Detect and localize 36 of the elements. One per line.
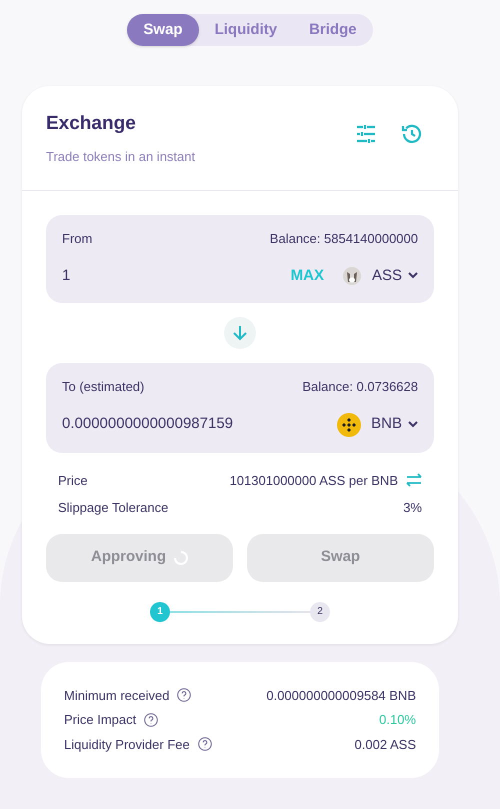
- amount-input[interactable]: 1: [62, 264, 291, 287]
- amount-input[interactable]: 0.0000000000000987159: [62, 413, 338, 436]
- card-title: Exchange: [46, 112, 137, 136]
- from-label: From: [62, 230, 92, 248]
- detail-label: Price Impact: [64, 711, 136, 729]
- detail-value: 0.10%: [379, 711, 416, 729]
- tab[interactable]: Bridge: [293, 14, 373, 46]
- slippage-label: Slippage Tolerance: [58, 499, 168, 517]
- detail-label: Minimum received: [64, 686, 170, 704]
- to-label: To (estimated): [62, 378, 144, 396]
- detail-label: Liquidity Provider Fee: [64, 736, 190, 754]
- detail-value: 0.002 ASS: [354, 736, 416, 754]
- switch-direction-button[interactable]: [224, 317, 256, 349]
- price-label: Price: [58, 472, 88, 490]
- help-icon[interactable]: [198, 737, 212, 752]
- step-indicator: 2: [310, 602, 330, 622]
- settings-icon[interactable]: [354, 122, 378, 146]
- chevron-down-icon: [408, 421, 418, 428]
- swap-arrows-icon[interactable]: [406, 473, 422, 488]
- coin-icon: [337, 412, 362, 436]
- slippage-value: 3%: [403, 499, 422, 517]
- step-indicator: 1: [150, 602, 170, 622]
- detail-value: 0.000000000009584 BNB: [266, 686, 416, 704]
- history-icon[interactable]: [400, 122, 424, 146]
- balance-text: Balance: 5854140000000: [270, 230, 418, 248]
- chevron-down-icon: [408, 272, 418, 280]
- tab[interactable]: Liquidity: [198, 14, 294, 46]
- help-icon[interactable]: [177, 688, 192, 702]
- arrow-down-icon: [232, 325, 248, 341]
- balance-text: Balance: 0.0736628: [302, 378, 418, 396]
- help-icon[interactable]: [144, 712, 158, 727]
- card-subtitle: Trade tokens in an instant: [46, 148, 196, 166]
- token-select[interactable]: BNB: [337, 412, 418, 436]
- tab[interactable]: Swap: [127, 14, 199, 46]
- token-select[interactable]: ASS: [342, 264, 418, 287]
- price-value: 101301000000 ASS per BNB: [230, 472, 398, 490]
